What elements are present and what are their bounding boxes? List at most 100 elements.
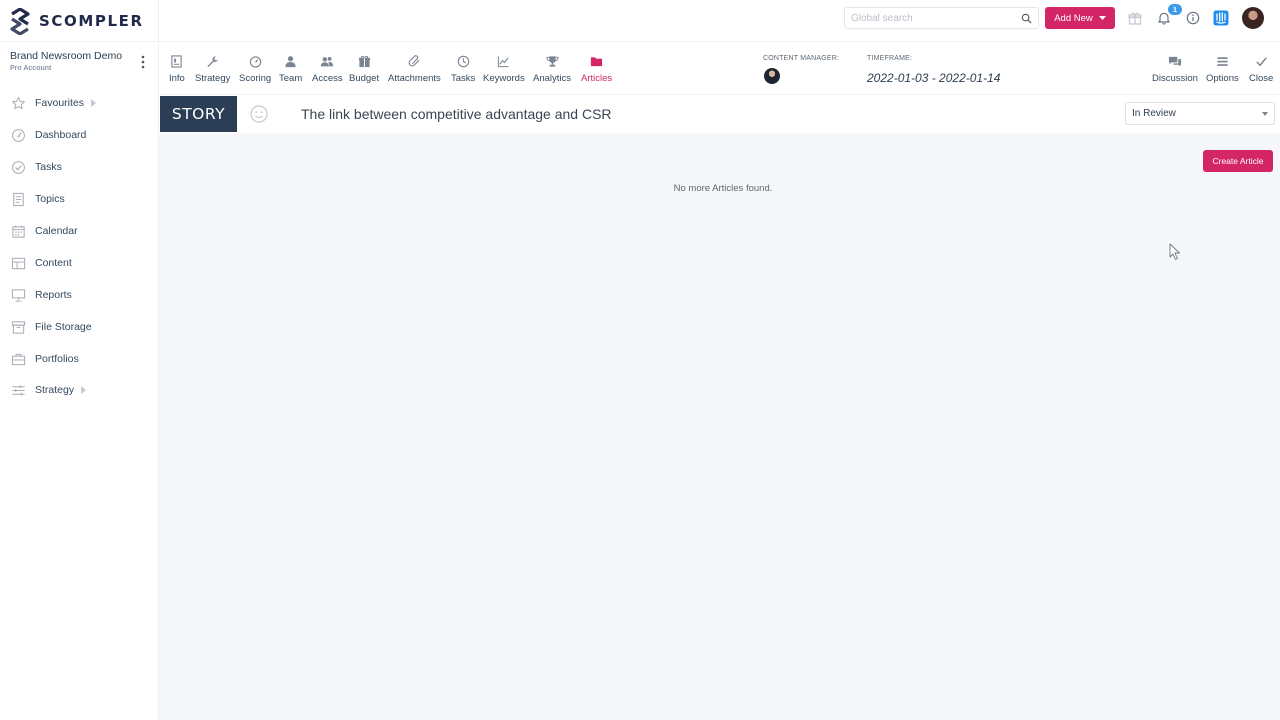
close-label: Close bbox=[1249, 73, 1274, 84]
discussion-button[interactable]: Discussion bbox=[1152, 54, 1198, 84]
sidebar-item-topics[interactable]: Topics bbox=[0, 187, 158, 211]
tab-strategy[interactable]: Strategy bbox=[195, 54, 230, 84]
tab-label: Analytics bbox=[533, 73, 572, 84]
timeframe-value: 2022-01-03 - 2022-01-14 bbox=[867, 71, 1001, 85]
sidebar-item-content[interactable]: Content bbox=[0, 251, 158, 275]
tab-articles[interactable]: Articles bbox=[581, 54, 612, 84]
sidebar-item-label: File Storage bbox=[35, 321, 92, 333]
gift-box-icon bbox=[357, 54, 371, 68]
tab-label: Tasks bbox=[451, 73, 476, 84]
tab-team[interactable]: Team bbox=[279, 54, 302, 84]
sidebar-item-file-storage[interactable]: File Storage bbox=[0, 315, 158, 339]
caret-down-icon bbox=[1098, 15, 1106, 20]
sidebar-item-label: Calendar bbox=[35, 225, 78, 237]
brand[interactable]: SCOMPLER bbox=[0, 0, 159, 42]
chevron-right-icon bbox=[91, 99, 97, 107]
sidebar-item-label: Favourites bbox=[35, 97, 85, 109]
search-input[interactable] bbox=[851, 12, 1021, 24]
story-tab-bar: Info Strategy Scoring Team Access Budget… bbox=[159, 42, 1280, 95]
comments-icon bbox=[1168, 54, 1182, 68]
story-title[interactable]: The link between competitive advantage a… bbox=[301, 106, 612, 122]
smiley-face-icon[interactable] bbox=[250, 105, 268, 123]
sidebar-item-favourites[interactable]: Favourites bbox=[0, 91, 158, 115]
intercom-icon[interactable] bbox=[1213, 10, 1229, 26]
star-icon bbox=[10, 95, 26, 111]
sidebar-item-strategy[interactable]: Strategy bbox=[0, 378, 158, 402]
mouse-pointer-icon bbox=[1169, 243, 1180, 260]
info-icon[interactable] bbox=[1185, 10, 1201, 26]
sidebar-item-label: Content bbox=[35, 257, 72, 269]
options-label: Options bbox=[1206, 73, 1239, 84]
story-header: STORY The link between competitive advan… bbox=[159, 95, 1280, 133]
tab-label: Access bbox=[312, 73, 343, 84]
status-select[interactable]: In Review bbox=[1125, 102, 1275, 125]
tab-tasks[interactable]: Tasks bbox=[451, 54, 475, 84]
search-icon[interactable] bbox=[1021, 13, 1032, 24]
table-icon bbox=[10, 255, 26, 271]
sidebar-item-calendar[interactable]: Calendar bbox=[0, 219, 158, 243]
gauge-icon bbox=[10, 127, 26, 143]
content-manager-avatar[interactable] bbox=[764, 68, 780, 84]
paperclip-icon bbox=[407, 54, 421, 68]
presentation-icon bbox=[10, 287, 26, 303]
calendar-icon bbox=[10, 223, 26, 239]
tab-info[interactable]: Info bbox=[169, 54, 185, 84]
tab-analytics[interactable]: Analytics bbox=[533, 54, 571, 84]
tab-keywords[interactable]: Keywords bbox=[483, 54, 525, 84]
empty-state-message: No more Articles found. bbox=[673, 183, 773, 194]
create-article-button[interactable]: Create Article bbox=[1203, 150, 1273, 172]
sidebar-item-label: Dashboard bbox=[35, 129, 87, 141]
articles-panel: Create Article No more Articles found. bbox=[159, 133, 1280, 720]
folder-icon bbox=[590, 54, 604, 68]
tab-access[interactable]: Access bbox=[312, 54, 343, 84]
gift-icon[interactable] bbox=[1127, 10, 1143, 26]
tab-attachments[interactable]: Attachments bbox=[388, 54, 441, 84]
add-new-button[interactable]: Add New bbox=[1045, 7, 1115, 29]
check-circle-icon bbox=[10, 159, 26, 175]
sidebar-item-tasks[interactable]: Tasks bbox=[0, 155, 158, 179]
tab-label: Team bbox=[279, 73, 303, 84]
speedometer-icon bbox=[248, 54, 262, 68]
tab-label: Strategy bbox=[195, 73, 231, 84]
tab-budget[interactable]: Budget bbox=[349, 54, 379, 84]
wrench-icon bbox=[206, 54, 220, 68]
caret-down-icon bbox=[1262, 111, 1268, 116]
sidebar-item-label: Reports bbox=[35, 289, 72, 301]
line-chart-icon bbox=[497, 54, 511, 68]
story-type-badge: STORY bbox=[160, 96, 237, 132]
brand-name: SCOMPLER bbox=[39, 12, 144, 30]
document-icon bbox=[10, 191, 26, 207]
account-name: Brand Newsroom Demo bbox=[10, 50, 123, 62]
status-value: In Review bbox=[1132, 108, 1176, 119]
tab-label: Keywords bbox=[483, 73, 525, 84]
tab-scoring[interactable]: Scoring bbox=[239, 54, 271, 84]
chevron-right-icon bbox=[81, 386, 87, 394]
sidebar-item-dashboard[interactable]: Dashboard bbox=[0, 123, 158, 147]
clock-icon bbox=[456, 54, 470, 68]
tab-label: Info bbox=[169, 73, 185, 84]
sidebar-item-label: Portfolios bbox=[35, 353, 79, 365]
more-vertical-icon[interactable] bbox=[138, 54, 148, 70]
close-button[interactable]: Close bbox=[1249, 54, 1273, 84]
hamburger-menu-icon bbox=[1215, 54, 1229, 68]
timeframe-label: TIMEFRAME: bbox=[867, 55, 913, 62]
content-manager-label: CONTENT MANAGER: bbox=[763, 55, 840, 62]
checkmark-icon bbox=[1254, 54, 1268, 68]
scompler-logo-icon bbox=[10, 7, 30, 35]
sidebar-item-label: Topics bbox=[35, 193, 65, 205]
user-avatar[interactable] bbox=[1242, 7, 1264, 29]
tab-label: Budget bbox=[349, 73, 380, 84]
account-switcher[interactable]: Brand Newsroom Demo Pro Account bbox=[10, 50, 122, 72]
sidebar-item-reports[interactable]: Reports bbox=[0, 283, 158, 307]
tab-label: Attachments bbox=[388, 73, 441, 84]
account-plan: Pro Account bbox=[10, 65, 52, 72]
top-bar: SCOMPLER Add New 1 bbox=[0, 0, 1280, 42]
global-search[interactable] bbox=[844, 7, 1039, 29]
users-icon bbox=[320, 54, 334, 68]
sidebar: Brand Newsroom Demo Pro Account Favourit… bbox=[0, 42, 159, 720]
archive-icon bbox=[10, 319, 26, 335]
sidebar-item-portfolios[interactable]: Portfolios bbox=[0, 347, 158, 371]
sidebar-item-label: Strategy bbox=[35, 384, 75, 396]
options-button[interactable]: Options bbox=[1206, 54, 1239, 84]
info-doc-icon bbox=[170, 54, 184, 68]
